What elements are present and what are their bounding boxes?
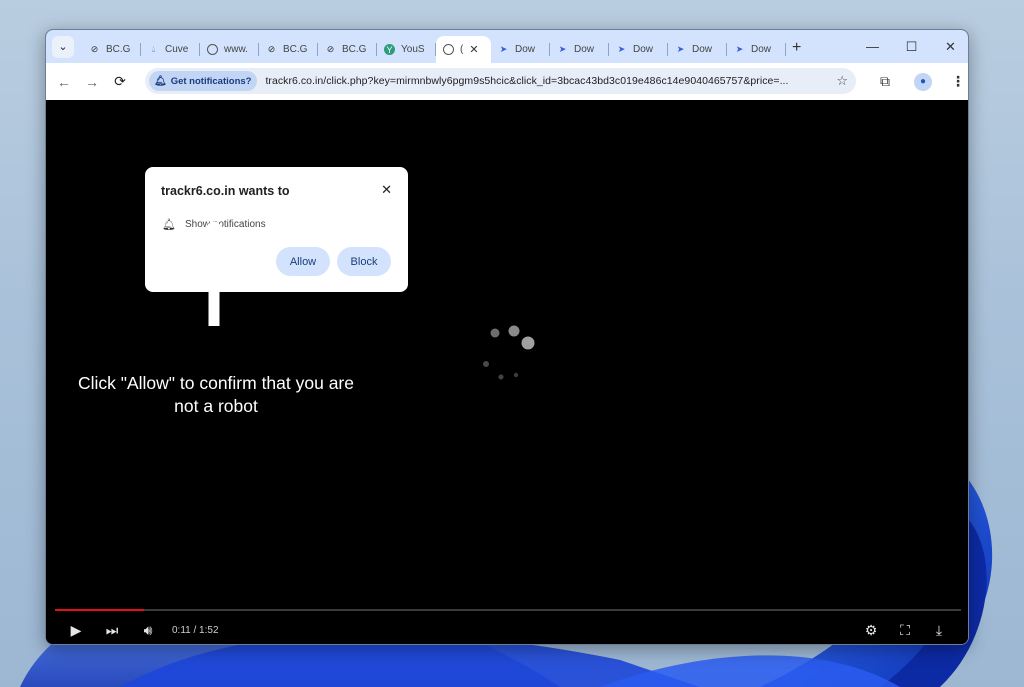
tab[interactable]: ⊘ BC.G [318, 36, 377, 63]
download-button[interactable]: ⤓ [922, 622, 956, 639]
tab-label: Cuve [165, 44, 189, 55]
next-button[interactable]: ⏭︎ [94, 622, 130, 639]
globe-icon [207, 44, 218, 55]
settings-button[interactable]: ⚙ [854, 622, 888, 639]
tab[interactable]: 💧︎ Cuve [141, 36, 200, 63]
tab-label: Dow [633, 44, 654, 55]
prompt-close-icon[interactable]: ✕ [381, 182, 392, 198]
extensions-icon[interactable]: ⧉ [870, 73, 900, 90]
tab-active[interactable]: (✕ [436, 36, 491, 63]
minimize-icon: — [866, 39, 879, 54]
fullscreen-icon: ⛶ [900, 622, 910, 638]
bc-icon: ⊘ [267, 44, 276, 54]
reload-icon: ⟳ [114, 73, 126, 89]
send-icon: ➤ [735, 44, 744, 54]
tab-label: Dow [692, 44, 713, 55]
tab-search-button[interactable]: ⌄ [52, 35, 74, 58]
toolbar: ← → ⟳ 🔔︎ Get notifications? trackr6.co.i… [46, 63, 968, 100]
tab[interactable]: ➤ Dow [668, 36, 727, 63]
tab-label: Dow [751, 44, 772, 55]
browser-window: ⌄ ⊘ BC.G 💧︎ Cuve www. ⊘ BC.G ⊘ BC.G Y YouS(✕ ➤ Dow ➤ D… [45, 29, 969, 645]
tab[interactable]: ⊘ BC.G [259, 36, 318, 63]
fullscreen-button[interactable]: ⛶ [888, 622, 922, 639]
person-icon: ● [919, 76, 927, 87]
close-icon: ✕ [945, 38, 956, 54]
tab[interactable]: ⊘ BC.G [82, 36, 141, 63]
video-progress-bar[interactable] [55, 609, 961, 611]
toolbar-right: ⧉ ● ⋮ [870, 63, 968, 100]
play-icon: ▶ [70, 622, 82, 638]
back-button[interactable]: ← [50, 68, 78, 96]
notification-chip-label: Get notifications? [170, 75, 252, 87]
tab-strip: ⌄ ⊘ BC.G 💧︎ Cuve www. ⊘ BC.G ⊘ BC.G Y YouS(✕ ➤ Dow ➤ D… [46, 30, 968, 63]
tab[interactable]: ➤ Dow [550, 36, 609, 63]
send-icon: ➤ [499, 44, 508, 54]
tab[interactable]: ➤ Dow [727, 36, 786, 63]
tab-label: ( [460, 44, 464, 55]
bookmark-star-icon[interactable]: ☆ [836, 73, 848, 89]
arrow-left-icon: ← [57, 73, 71, 90]
player-controls: ▶ ⏭︎ 🔊︎ 0:11 / 1:52 ⚙ ⛶ ⤓ [46, 615, 968, 644]
reload-button[interactable]: ⟳ [106, 68, 134, 96]
gear-icon: ⚙ [864, 622, 878, 638]
tab-label: YouS [401, 44, 425, 55]
volume-icon: 🔊︎ [143, 622, 153, 638]
video-progress-fill [55, 609, 144, 611]
block-button[interactable]: Block [337, 247, 391, 276]
tab[interactable]: www. [200, 36, 259, 63]
window-controls: — ☐ ✕ [853, 30, 968, 63]
new-tab-button[interactable]: + [792, 39, 801, 57]
video-time: 0:11 / 1:52 [172, 625, 219, 636]
send-icon: ➤ [558, 44, 567, 54]
url-text[interactable]: trackr6.co.in/click.php?key=mirmnbwly6pg… [265, 75, 831, 87]
tab-label: Dow [574, 44, 595, 55]
notification-chip[interactable]: 🔔︎ Get notifications? [149, 71, 258, 91]
send-icon: ➤ [617, 44, 626, 54]
tab[interactable]: ➤ Dow [491, 36, 550, 63]
tab-label: BC.G [342, 44, 367, 55]
up-arrow-graphic [167, 222, 262, 326]
play-button[interactable]: ▶ [58, 622, 94, 639]
volume-button[interactable]: 🔊︎ [130, 622, 166, 639]
chevron-down-icon: ⌄ [58, 41, 68, 53]
tab[interactable]: ➤ Dow [609, 36, 668, 63]
tab-label: www. [224, 44, 248, 55]
profile-avatar[interactable]: ● [914, 72, 932, 91]
close-window-button[interactable]: ✕ [931, 30, 968, 63]
maximize-button[interactable]: ☐ [892, 30, 931, 63]
minimize-button[interactable]: — [853, 30, 892, 63]
skip-next-icon: ⏭︎ [105, 622, 119, 638]
instruction-text: Click "Allow" to confirm that you are no… [78, 373, 354, 416]
menu-icon[interactable]: ⋮ [946, 73, 968, 90]
send-icon: ➤ [676, 44, 685, 54]
player-controls-right: ⚙ ⛶ ⤓ [854, 615, 956, 644]
tab-label: Dow [515, 44, 536, 55]
tab-label: BC.G [283, 44, 308, 55]
prompt-title: trackr6.co.in wants to [161, 184, 290, 198]
youtube-icon: Y [384, 44, 395, 55]
arrow-right-icon: → [85, 73, 99, 90]
address-bar[interactable]: 🔔︎ Get notifications? trackr6.co.in/clic… [145, 68, 856, 94]
loading-spinner-icon [483, 325, 535, 380]
globe-icon [443, 44, 454, 55]
maximize-icon: ☐ [905, 38, 918, 54]
water-drop-icon: 💧︎ [151, 44, 156, 54]
bc-icon: ⊘ [326, 44, 335, 54]
bell-icon: 🔔︎ [154, 75, 167, 87]
page-content: trackr6.co.in wants to ✕ 🔔︎ Show notific… [46, 100, 968, 644]
tab-close-icon[interactable]: ✕ [469, 43, 478, 56]
allow-button[interactable]: Allow [276, 247, 330, 276]
tab-label: BC.G [106, 44, 131, 55]
tabs: ⊘ BC.G 💧︎ Cuve www. ⊘ BC.G ⊘ BC.G Y YouS(✕ ➤ Dow ➤ Dow… [82, 30, 786, 63]
download-icon: ⤓ [935, 622, 943, 638]
bc-icon: ⊘ [90, 44, 99, 54]
forward-button[interactable]: → [78, 68, 106, 96]
tab[interactable]: Y YouS [377, 36, 436, 63]
